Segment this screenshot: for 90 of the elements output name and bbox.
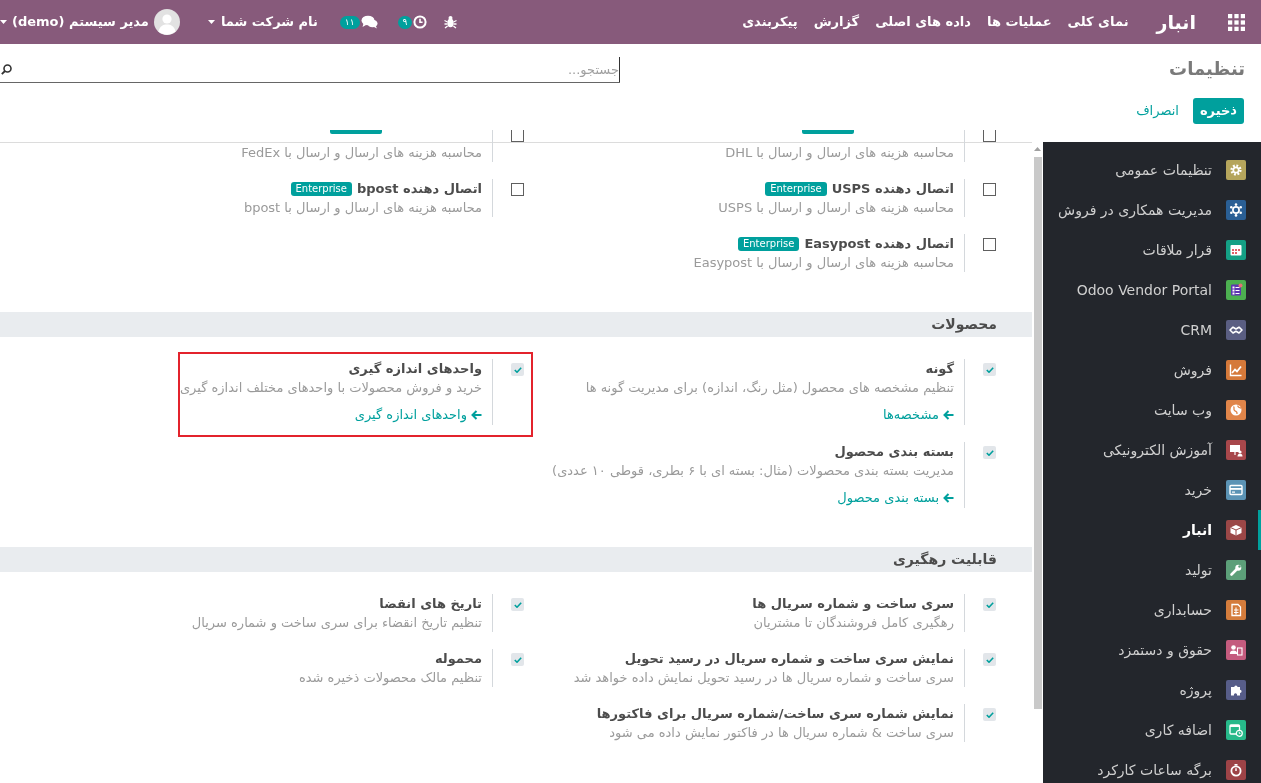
setting-title: سری ساخت و شماره سریال ها bbox=[752, 594, 954, 613]
company-switcher[interactable]: نام شرکت شما bbox=[207, 12, 318, 32]
menu-item[interactable]: پیکربندی bbox=[742, 12, 798, 32]
checkmark-icon bbox=[513, 601, 522, 608]
setting-title: محموله bbox=[434, 649, 482, 668]
setting-description: محاسبه هزینه های ارسال و ارسال با bpost bbox=[243, 199, 482, 217]
page-title: تنظیمات bbox=[1169, 56, 1245, 81]
setting-description: خرید و فروش محصولات با واحدهای مختلف اندازه گیری bbox=[179, 379, 482, 397]
checkbox[interactable] bbox=[983, 598, 996, 611]
message-counter: ۱۱ bbox=[339, 15, 360, 29]
sidebar-item[interactable]: اضافه کاری bbox=[1043, 710, 1261, 750]
avatar-icon bbox=[153, 9, 180, 35]
checkbox[interactable] bbox=[983, 363, 996, 376]
menu-item[interactable]: گزارش bbox=[813, 12, 860, 32]
sidebar-item[interactable]: مدیریت همکاری در فروش bbox=[1043, 190, 1261, 230]
checkbox[interactable] bbox=[511, 598, 524, 611]
activity-counter: ۹ bbox=[397, 15, 413, 29]
setting-title: نمایش سری ساخت و شماره سریال در رسید تحویل bbox=[624, 649, 954, 668]
setting-description: سری ساخت و شماره سریال ها در رسید تحویل نمایش داده خواهد شد bbox=[573, 669, 954, 687]
checkbox[interactable] bbox=[511, 363, 524, 376]
clock-icon[interactable] bbox=[413, 15, 428, 29]
arrow-left-icon bbox=[943, 410, 954, 420]
enterprise-badge: Enterprise bbox=[765, 181, 827, 196]
search-icon[interactable] bbox=[1, 63, 12, 75]
setting-title: گونه bbox=[925, 359, 954, 378]
checkmark-icon bbox=[513, 366, 522, 373]
setting-description: محاسبه هزینه های ارسال و ارسال با Easypost bbox=[693, 254, 954, 272]
setting-title: واحدهای اندازه گیری bbox=[348, 359, 482, 378]
sidebar-item[interactable]: حقوق و دستمزد bbox=[1043, 630, 1261, 670]
checkmark-icon bbox=[513, 656, 522, 663]
setting-title: اتصال دهنده Easypost bbox=[804, 234, 954, 253]
arrow-left-icon bbox=[471, 410, 482, 420]
enterprise-badge: Enterprise bbox=[290, 181, 352, 196]
sidebar-item[interactable]: خرید bbox=[1043, 470, 1261, 510]
checkmark-icon bbox=[985, 656, 994, 663]
setting-title: تاریخ های انقضا bbox=[379, 594, 482, 613]
user-menu[interactable]: مدیر سیستم (demo) bbox=[0, 9, 180, 35]
setting-description: محاسبه هزینه های ارسال و ارسال با FedEx bbox=[241, 144, 482, 162]
chat-icon[interactable] bbox=[360, 15, 378, 29]
sidebar-item[interactable]: تولید bbox=[1043, 550, 1261, 590]
sidebar-item[interactable]: پروژه bbox=[1043, 670, 1261, 710]
arrow-left-icon bbox=[943, 493, 954, 503]
setting-description: تنظیم مشخصه های محصول (مثل رنگ، اندازه) برای مدیریت گونه ها bbox=[585, 379, 954, 397]
checkbox[interactable] bbox=[511, 130, 524, 142]
checkbox[interactable] bbox=[983, 446, 996, 459]
scrollbar-thumb[interactable] bbox=[1033, 157, 1042, 709]
scroll-up-icon[interactable] bbox=[1034, 147, 1041, 151]
setting-title: نمایش شماره سری ساخت/شماره سریال برای فاکتورها bbox=[596, 704, 954, 723]
menu-item[interactable]: داده های اصلی bbox=[875, 12, 971, 32]
setting-title: اتصال دهنده bpost bbox=[356, 179, 482, 198]
checkbox[interactable] bbox=[511, 183, 524, 196]
caret-icon bbox=[0, 20, 7, 24]
checkmark-icon bbox=[985, 366, 994, 373]
checkmark-icon bbox=[985, 601, 994, 608]
setting-description: مدیریت بسته بندی محصولات (مثال: بسته ای با ۶ بطری، قوطی ۱۰ عددی) bbox=[552, 462, 954, 480]
menu-item[interactable]: عملیات ها bbox=[987, 12, 1052, 32]
checkbox[interactable] bbox=[511, 653, 524, 666]
sidebar-item[interactable]: برگه ساعات کارکرد bbox=[1043, 750, 1261, 783]
apps-menu-icon[interactable] bbox=[1228, 13, 1245, 31]
setting-description: محاسبه هزینه های ارسال و ارسال با USPS bbox=[718, 199, 954, 217]
sidebar-item[interactable]: قرار ملاقات bbox=[1043, 230, 1261, 270]
menu-item[interactable]: نمای کلی bbox=[1067, 12, 1129, 32]
setting-description: رهگیری کامل فروشندگان تا مشتریان bbox=[753, 614, 954, 632]
checkmark-icon bbox=[985, 449, 994, 456]
search-field[interactable]: جستجو... bbox=[12, 56, 620, 82]
sidebar-item[interactable]: تنظیمات عمومی bbox=[1043, 150, 1261, 190]
sidebar-item[interactable]: آموزش الکترونیکی bbox=[1043, 430, 1261, 470]
setting-description: سری ساخت & شماره سریال ها در فاکتور نمایش داده می شود bbox=[609, 724, 954, 742]
app-brand: انبار bbox=[1156, 9, 1196, 36]
sidebar-item[interactable]: فروش bbox=[1043, 350, 1261, 390]
caret-icon bbox=[207, 20, 215, 24]
sidebar-item[interactable]: Odoo Vendor Portal bbox=[1043, 270, 1261, 310]
checkbox[interactable] bbox=[983, 708, 996, 721]
checkbox[interactable] bbox=[983, 130, 996, 142]
setting-title: اتصال دهنده USPS bbox=[831, 179, 954, 198]
checkbox[interactable] bbox=[983, 653, 996, 666]
checkbox[interactable] bbox=[983, 183, 996, 196]
checkbox[interactable] bbox=[983, 238, 996, 251]
setting-title: بسته بندی محصول bbox=[834, 442, 954, 461]
enterprise-badge: Enterprise bbox=[737, 236, 800, 251]
sidebar-item[interactable]: حسابداری bbox=[1043, 590, 1261, 630]
sidebar-item[interactable]: وب سایت bbox=[1043, 390, 1261, 430]
section-header: قابلیت رهگیری bbox=[0, 547, 1032, 572]
setting-description: تنظیم مالک محصولات ذخیره شده bbox=[298, 669, 482, 687]
sidebar-item[interactable]: CRM bbox=[1043, 310, 1261, 350]
section-header: محصولات bbox=[0, 312, 1032, 337]
bug-icon[interactable] bbox=[444, 15, 458, 29]
setting-description: تنظیم تاریخ انقضاء برای سری ساخت و شماره سریال bbox=[191, 614, 482, 632]
setting-description: محاسبه هزینه های ارسال و ارسال با DHL bbox=[725, 144, 954, 162]
checkmark-icon bbox=[985, 711, 994, 718]
